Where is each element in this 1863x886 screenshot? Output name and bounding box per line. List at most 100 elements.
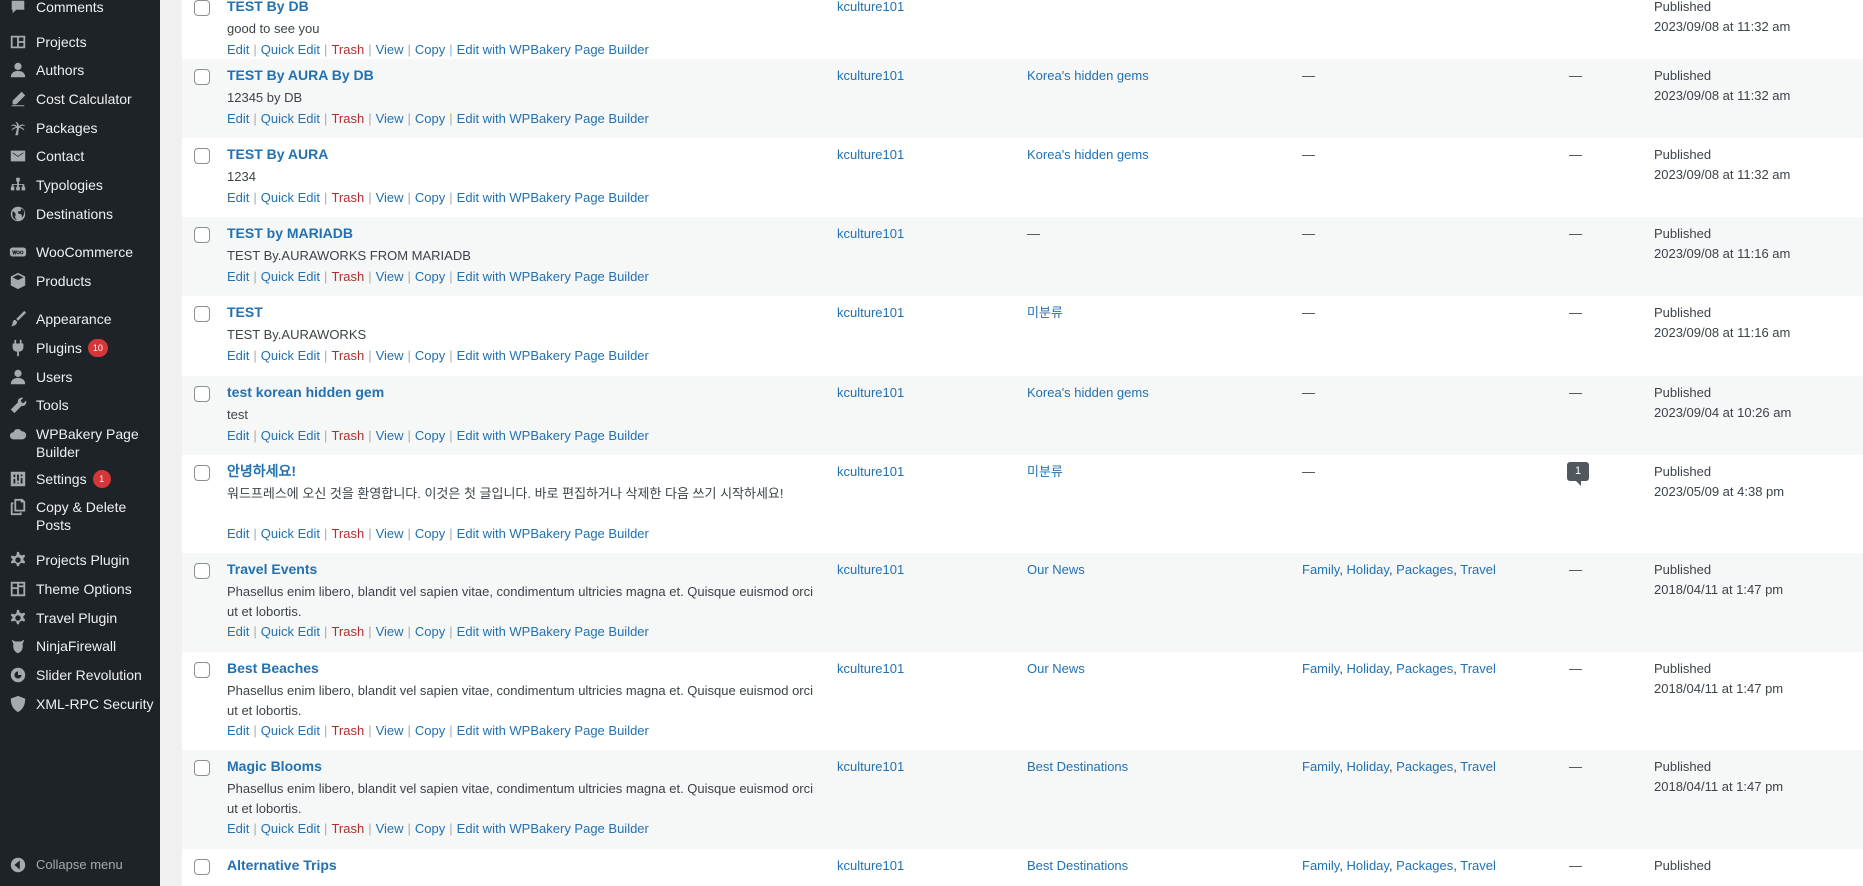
edit-link[interactable]: Edit (227, 723, 249, 738)
edit-link[interactable]: Edit (227, 269, 249, 284)
quick-edit-link[interactable]: Quick Edit (261, 111, 320, 126)
post-author-link[interactable]: kculture101 (837, 225, 904, 243)
trash-link[interactable]: Trash (331, 821, 364, 836)
edit-with-wpbakery-link[interactable]: Edit with WPBakery Page Builder (457, 42, 649, 57)
tag-link[interactable]: Family (1302, 858, 1339, 873)
sidebar-item-copy-delete-posts[interactable]: Copy & Delete Posts (0, 498, 160, 534)
post-category-link[interactable]: Our News (1027, 660, 1085, 678)
tag-link[interactable]: Holiday (1347, 661, 1389, 676)
edit-link[interactable]: Edit (227, 190, 249, 205)
copy-link[interactable]: Copy (415, 526, 445, 541)
view-link[interactable]: View (376, 624, 404, 639)
post-title-link[interactable]: TEST By DB (227, 0, 309, 15)
quick-edit-link[interactable]: Quick Edit (261, 821, 320, 836)
copy-link[interactable]: Copy (415, 428, 445, 443)
edit-with-wpbakery-link[interactable]: Edit with WPBakery Page Builder (457, 526, 649, 541)
copy-link[interactable]: Copy (415, 269, 445, 284)
edit-link[interactable]: Edit (227, 348, 249, 363)
post-title-link[interactable]: TEST By AURA (227, 145, 328, 163)
trash-link[interactable]: Trash (331, 42, 364, 57)
sidebar-item-ninjafirewall[interactable]: NinjaFirewall (0, 637, 160, 655)
post-title-link[interactable]: Best Beaches (227, 659, 319, 677)
row-select-checkbox[interactable] (194, 0, 210, 16)
tag-link[interactable]: Holiday (1347, 858, 1389, 873)
sidebar-item-products[interactable]: Products (0, 272, 160, 290)
trash-link[interactable]: Trash (331, 526, 364, 541)
tag-link[interactable]: Packages (1396, 759, 1453, 774)
post-author-link[interactable]: kculture101 (837, 304, 904, 322)
copy-link[interactable]: Copy (415, 624, 445, 639)
row-select-checkbox[interactable] (194, 465, 210, 481)
edit-link[interactable]: Edit (227, 428, 249, 443)
row-select-checkbox[interactable] (194, 306, 210, 322)
edit-link[interactable]: Edit (227, 821, 249, 836)
quick-edit-link[interactable]: Quick Edit (261, 723, 320, 738)
quick-edit-link[interactable]: Quick Edit (261, 428, 320, 443)
copy-link[interactable]: Copy (415, 821, 445, 836)
tag-link[interactable]: Holiday (1347, 759, 1389, 774)
edit-link[interactable]: Edit (227, 42, 249, 57)
post-title-link[interactable]: Travel Events (227, 560, 317, 578)
edit-with-wpbakery-link[interactable]: Edit with WPBakery Page Builder (457, 190, 649, 205)
sidebar-item-destinations[interactable]: Destinations (0, 205, 160, 223)
copy-link[interactable]: Copy (415, 190, 445, 205)
tag-link[interactable]: Packages (1396, 661, 1453, 676)
sidebar-item-appearance[interactable]: Appearance (0, 310, 160, 328)
tag-link[interactable]: Family (1302, 759, 1339, 774)
quick-edit-link[interactable]: Quick Edit (261, 624, 320, 639)
post-author-link[interactable]: kculture101 (837, 384, 904, 402)
post-category-link[interactable]: Korea's hidden gems (1027, 67, 1149, 85)
row-select-checkbox[interactable] (194, 148, 210, 164)
sidebar-item-wpbakery-page-builder[interactable]: WPBakery Page Builder (0, 425, 160, 461)
sidebar-item-plugins[interactable]: Plugins 10 (0, 339, 160, 357)
post-title-link[interactable]: Alternative Trips (227, 856, 337, 874)
post-title-link[interactable]: TEST (227, 303, 263, 321)
quick-edit-link[interactable]: Quick Edit (261, 348, 320, 363)
view-link[interactable]: View (376, 111, 404, 126)
sidebar-item-users[interactable]: Users (0, 368, 160, 386)
view-link[interactable]: View (376, 526, 404, 541)
post-author-link[interactable]: kculture101 (837, 758, 904, 776)
post-author-link[interactable]: kculture101 (837, 463, 904, 481)
sidebar-item-cost-calculator[interactable]: Cost Calculator (0, 90, 160, 108)
quick-edit-link[interactable]: Quick Edit (261, 190, 320, 205)
sidebar-item-travel-plugin[interactable]: Travel Plugin (0, 609, 160, 627)
sidebar-item-settings[interactable]: Settings 1 (0, 470, 160, 488)
post-category-link[interactable]: 미분류 (1027, 463, 1063, 481)
post-author-link[interactable]: kculture101 (837, 561, 904, 579)
sidebar-item-xml-rpc-security[interactable]: XML-RPC Security (0, 695, 160, 713)
post-category-link[interactable]: Best Destinations (1027, 857, 1128, 875)
tag-link[interactable]: Travel (1460, 759, 1496, 774)
post-category-link[interactable]: Korea's hidden gems (1027, 384, 1149, 402)
tag-link[interactable]: Family (1302, 562, 1339, 577)
view-link[interactable]: View (376, 821, 404, 836)
sidebar-item-slider-revolution[interactable]: Slider Revolution (0, 666, 160, 684)
trash-link[interactable]: Trash (331, 190, 364, 205)
edit-with-wpbakery-link[interactable]: Edit with WPBakery Page Builder (457, 269, 649, 284)
row-select-checkbox[interactable] (194, 662, 210, 678)
edit-with-wpbakery-link[interactable]: Edit with WPBakery Page Builder (457, 821, 649, 836)
row-select-checkbox[interactable] (194, 760, 210, 776)
post-author-link[interactable]: kculture101 (837, 146, 904, 164)
post-category-link[interactable]: 미분류 (1027, 304, 1063, 322)
trash-link[interactable]: Trash (331, 723, 364, 738)
edit-link[interactable]: Edit (227, 624, 249, 639)
edit-with-wpbakery-link[interactable]: Edit with WPBakery Page Builder (457, 624, 649, 639)
edit-with-wpbakery-link[interactable]: Edit with WPBakery Page Builder (457, 111, 649, 126)
tag-link[interactable]: Packages (1396, 562, 1453, 577)
view-link[interactable]: View (376, 42, 404, 57)
post-category-link[interactable]: Best Destinations (1027, 758, 1128, 776)
post-title-link[interactable]: test korean hidden gem (227, 383, 384, 401)
comment-count-bubble[interactable]: 1 (1567, 462, 1589, 486)
tag-link[interactable]: Travel (1460, 562, 1496, 577)
view-link[interactable]: View (376, 269, 404, 284)
post-author-link[interactable]: kculture101 (837, 660, 904, 678)
quick-edit-link[interactable]: Quick Edit (261, 42, 320, 57)
edit-with-wpbakery-link[interactable]: Edit with WPBakery Page Builder (457, 348, 649, 363)
post-title-link[interactable]: Magic Blooms (227, 757, 322, 775)
tag-link[interactable]: Packages (1396, 858, 1453, 873)
copy-link[interactable]: Copy (415, 723, 445, 738)
row-select-checkbox[interactable] (194, 386, 210, 402)
post-title-link[interactable]: 안녕하세요! (227, 462, 296, 480)
row-select-checkbox[interactable] (194, 69, 210, 85)
